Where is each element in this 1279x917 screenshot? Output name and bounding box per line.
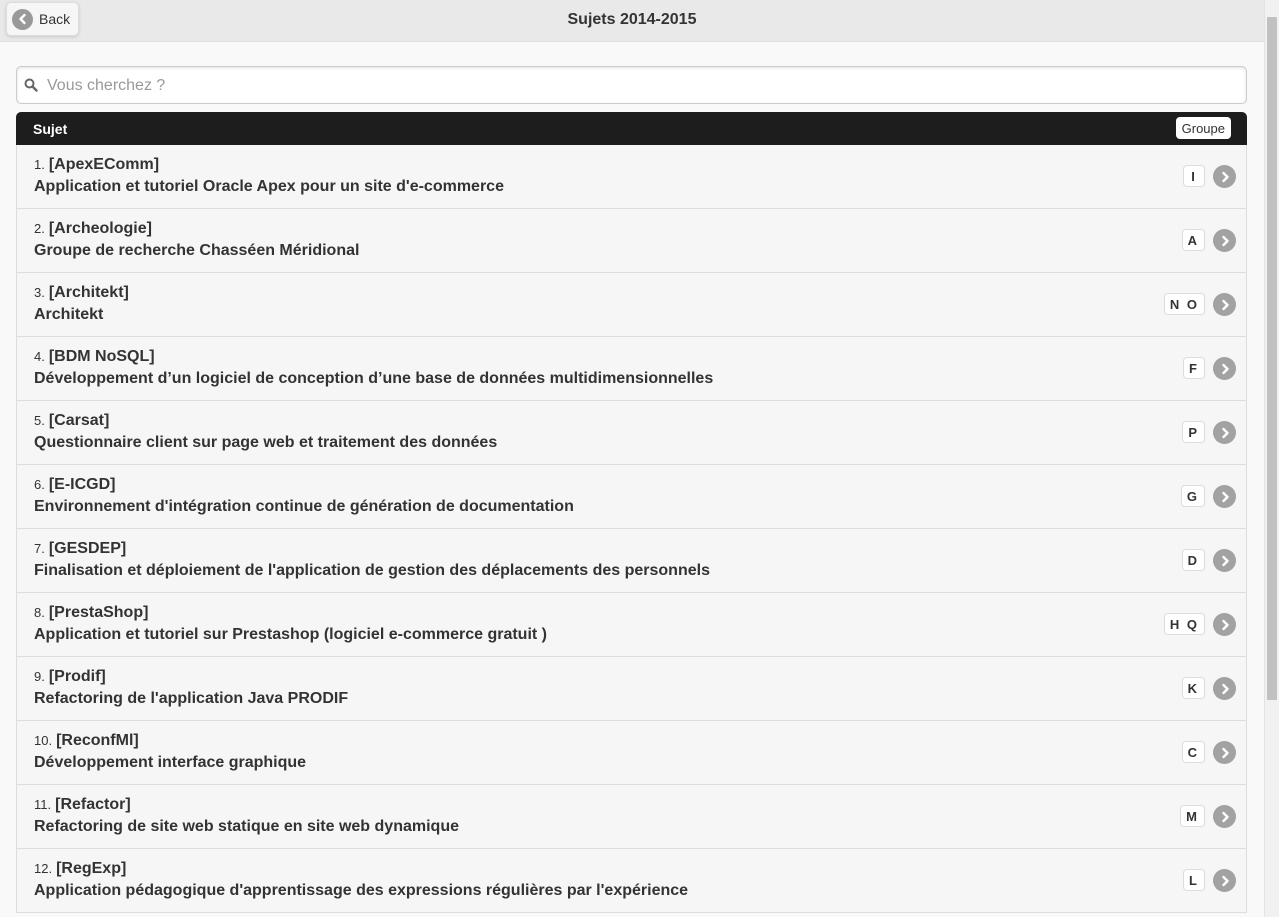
column-header-group: Groupe bbox=[1175, 117, 1231, 139]
subject-description: Architekt bbox=[34, 306, 104, 323]
subject-title: 8. [PrestaShop] bbox=[34, 604, 148, 622]
list-item[interactable]: 11. [Refactor] Refactoring de site web sta… bbox=[16, 785, 1247, 849]
item-number: 4. bbox=[34, 349, 45, 364]
list-item[interactable]: 6. [E-ICGD] Environnement d'intégration co… bbox=[16, 465, 1247, 529]
subject-description: Groupe de recherche Chasséen Méridional bbox=[34, 242, 360, 259]
subject-description: Questionnaire client sur page web et tra… bbox=[34, 434, 498, 451]
item-number: 7. bbox=[34, 541, 45, 556]
list-item[interactable]: 1. [ApexEComm] Application et tutoriel Ora… bbox=[16, 145, 1247, 209]
subject-code: [ReconfMl] bbox=[56, 732, 139, 749]
subject-description: Développement interface graphique bbox=[34, 754, 307, 771]
search-icon bbox=[24, 78, 38, 97]
subject-code: [RegExp] bbox=[56, 860, 127, 877]
subject-title: 4. [BDM NoSQL] bbox=[34, 348, 155, 366]
item-number: 12. bbox=[34, 861, 53, 876]
chevron-right-icon[interactable] bbox=[1213, 869, 1236, 892]
subject-title: 10. [ReconfMl] bbox=[34, 732, 139, 750]
subject-description: Refactoring de l'application Java PRODIF bbox=[34, 690, 349, 707]
subject-description: Environnement d'intégration continue de … bbox=[34, 498, 574, 515]
top-toolbar: Back Sujets 2014-2015 bbox=[0, 0, 1264, 42]
subject-description: Développement d’un logiciel de conceptio… bbox=[34, 370, 714, 387]
subject-list: 1. [ApexEComm] Application et tutoriel Ora… bbox=[16, 145, 1247, 913]
chevron-right-icon[interactable] bbox=[1213, 165, 1236, 188]
subject-code: [Archeologie] bbox=[48, 220, 152, 237]
list-item[interactable]: 7. [GESDEP] Finalisation et déploiement de… bbox=[16, 529, 1247, 593]
subject-title: 11. [Refactor] bbox=[34, 796, 131, 814]
group-badge: I bbox=[1183, 165, 1205, 187]
subject-description: Refactoring de site web statique en site… bbox=[34, 818, 459, 835]
subject-code: [Prodif] bbox=[48, 668, 106, 685]
subject-code: [GESDEP] bbox=[48, 540, 127, 557]
chevron-right-icon[interactable] bbox=[1213, 741, 1236, 764]
vertical-scrollbar[interactable] bbox=[1264, 0, 1279, 917]
group-badge: C bbox=[1181, 741, 1205, 763]
page-title: Sujets 2014-2015 bbox=[567, 11, 697, 28]
item-number: 8. bbox=[34, 605, 45, 620]
list-header: Sujet Groupe bbox=[16, 112, 1247, 145]
subject-description: Application pédagogique d'apprentissage … bbox=[34, 882, 689, 899]
list-item[interactable]: 4. [BDM NoSQL] Développement d’un logiciel… bbox=[16, 337, 1247, 401]
chevron-right-icon[interactable] bbox=[1213, 485, 1236, 508]
group-badge: L bbox=[1183, 869, 1205, 891]
group-badge: H Q bbox=[1163, 613, 1205, 635]
chevron-right-icon[interactable] bbox=[1213, 549, 1236, 572]
subject-title: 1. [ApexEComm] bbox=[34, 156, 159, 174]
list-item[interactable]: 2. [Archeologie] Groupe de recherche Chass… bbox=[16, 209, 1247, 273]
column-header-subject: Sujet bbox=[33, 121, 68, 137]
subject-title: 7. [GESDEP] bbox=[34, 540, 126, 558]
scrollbar-thumb[interactable] bbox=[1267, 17, 1277, 700]
group-badge: G bbox=[1180, 485, 1205, 507]
list-item[interactable]: 9. [Prodif] Refactoring de l'application J… bbox=[16, 657, 1247, 721]
subject-title: 5. [Carsat] bbox=[34, 412, 109, 430]
subject-description: Application et tutoriel Oracle Apex pour… bbox=[34, 178, 504, 195]
search-input[interactable] bbox=[45, 73, 1239, 99]
subject-code: [E-ICGD] bbox=[48, 476, 116, 493]
item-number: 11. bbox=[34, 797, 52, 812]
list-item[interactable]: 8. [PrestaShop] Application et tutoriel su… bbox=[16, 593, 1247, 657]
chevron-right-icon[interactable] bbox=[1213, 293, 1236, 316]
search-box bbox=[16, 66, 1247, 104]
subject-code: [ApexEComm] bbox=[48, 156, 160, 173]
list-item[interactable]: 10. [ReconfMl] Développement interface gra… bbox=[16, 721, 1247, 785]
subject-code: [Carsat] bbox=[48, 412, 110, 429]
subject-description: Finalisation et déploiement de l'applica… bbox=[34, 562, 710, 579]
list-item[interactable]: 12. [RegExp] Application pédagogique d'app… bbox=[16, 849, 1247, 913]
subject-code: [BDM NoSQL] bbox=[48, 348, 155, 365]
subject-code: [Architekt] bbox=[48, 284, 129, 301]
item-number: 6. bbox=[34, 477, 45, 492]
chevron-right-icon[interactable] bbox=[1213, 613, 1236, 636]
group-badge: D bbox=[1181, 549, 1205, 571]
subject-description: Application et tutoriel sur Prestashop (… bbox=[34, 626, 547, 643]
subject-title: 2. [Archeologie] bbox=[34, 220, 152, 238]
group-badge: M bbox=[1180, 805, 1205, 827]
group-badge: N O bbox=[1163, 293, 1205, 315]
item-number: 1. bbox=[34, 157, 45, 172]
item-number: 5. bbox=[34, 413, 45, 428]
subject-title: 6. [E-ICGD] bbox=[34, 476, 116, 494]
list-item[interactable]: 5. [Carsat] Questionnaire client sur page … bbox=[16, 401, 1247, 465]
chevron-right-icon[interactable] bbox=[1213, 805, 1236, 828]
subject-title: 12. [RegExp] bbox=[34, 860, 126, 878]
chevron-right-icon[interactable] bbox=[1213, 229, 1236, 252]
subject-code: [PrestaShop] bbox=[48, 604, 149, 621]
chevron-right-icon[interactable] bbox=[1213, 677, 1236, 700]
subject-title: 3. [Architekt] bbox=[34, 284, 129, 302]
group-badge: P bbox=[1182, 421, 1205, 443]
chevron-right-icon[interactable] bbox=[1213, 357, 1236, 380]
group-badge: K bbox=[1181, 677, 1205, 699]
subject-title: 9. [Prodif] bbox=[34, 668, 106, 686]
group-badge: A bbox=[1181, 229, 1205, 251]
chevron-right-icon[interactable] bbox=[1213, 421, 1236, 444]
item-number: 10. bbox=[34, 733, 53, 748]
item-number: 9. bbox=[34, 669, 45, 684]
group-badge: F bbox=[1183, 357, 1205, 379]
item-number: 2. bbox=[34, 221, 45, 236]
item-number: 3. bbox=[34, 285, 45, 300]
subject-code: [Refactor] bbox=[55, 796, 131, 813]
list-item[interactable]: 3. [Architekt] Architekt N O bbox=[16, 273, 1247, 337]
